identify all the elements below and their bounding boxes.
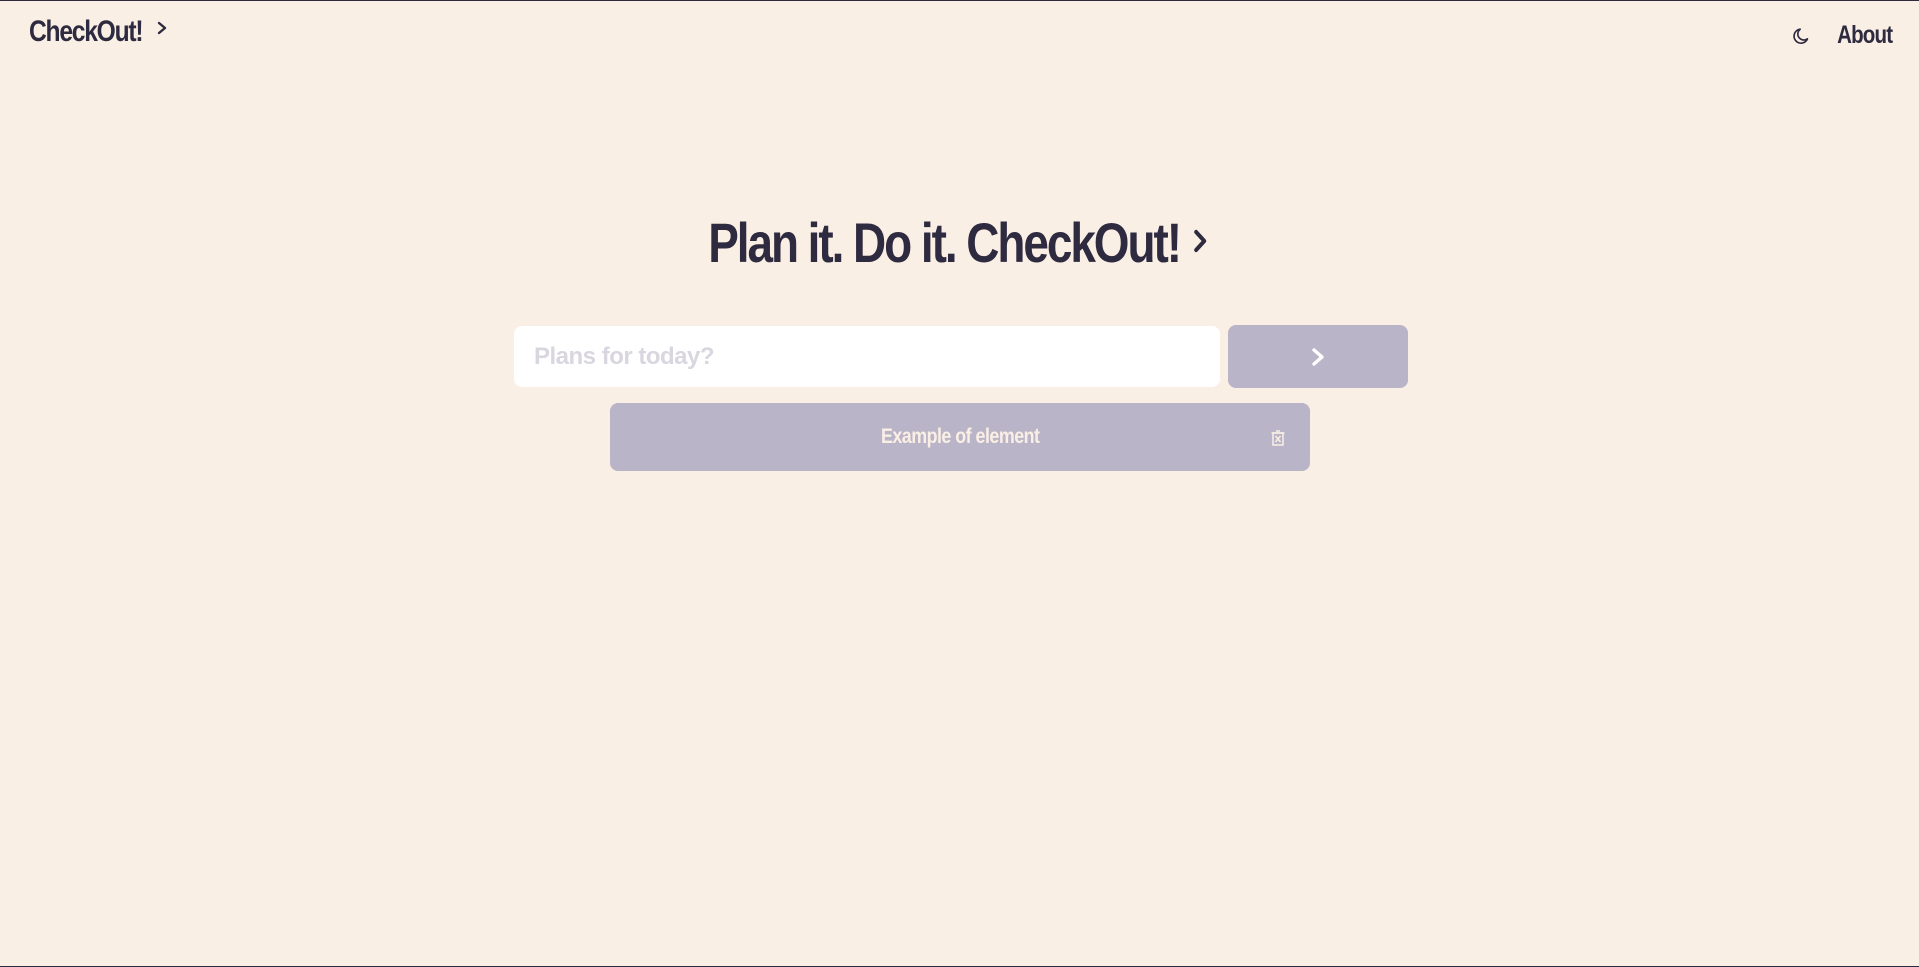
hero: Plan it. Do it. CheckOut!	[0, 209, 1919, 277]
task-label: Example of element	[880, 425, 1040, 448]
header-actions: About	[1791, 21, 1893, 50]
add-task-button[interactable]	[1228, 325, 1408, 388]
page-title: Plan it. Do it. CheckOut!	[708, 211, 1182, 274]
add-task-form	[514, 325, 1408, 388]
delete-task-button[interactable]	[1268, 427, 1288, 449]
task-list: Example of element	[610, 403, 1310, 471]
brand-logo-link[interactable]: CheckOut!	[29, 15, 169, 49]
chevron-right-icon	[1194, 229, 1207, 253]
brand-name: CheckOut!	[29, 15, 144, 48]
about-link[interactable]: About	[1837, 21, 1893, 50]
chevron-right-icon	[157, 21, 167, 35]
task-input[interactable]	[514, 326, 1220, 387]
moon-icon	[1793, 27, 1809, 44]
task-item[interactable]: Example of element	[610, 403, 1310, 471]
top-nav: CheckOut! About	[0, 1, 1919, 71]
chevron-right-icon	[1312, 347, 1324, 366]
trash-icon	[1271, 430, 1285, 446]
hero-heading-group: Plan it. Do it. CheckOut!	[708, 209, 1211, 277]
theme-toggle-button[interactable]	[1791, 25, 1813, 47]
